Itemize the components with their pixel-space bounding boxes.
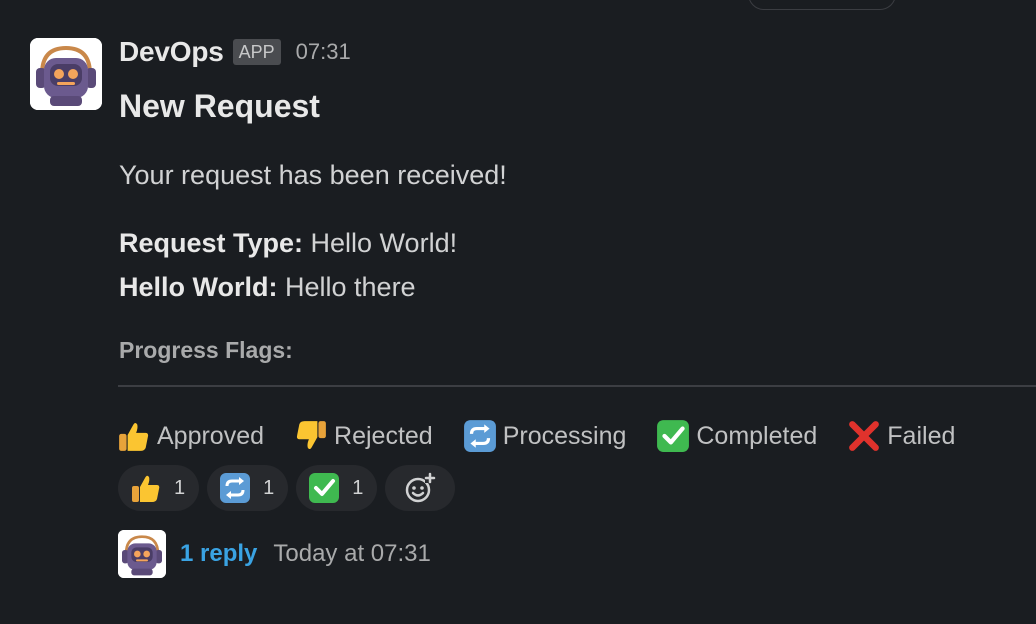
flag-label: Approved <box>157 421 265 450</box>
sender-name[interactable]: DevOps <box>119 36 224 68</box>
app-badge: APP <box>232 39 281 65</box>
flag-label: Failed <box>887 421 956 450</box>
divider <box>118 385 1036 387</box>
reaction-count: 1 <box>263 476 275 499</box>
thread-avatar[interactable] <box>118 530 166 578</box>
reactions-bar: 1 1 1 <box>118 465 463 511</box>
message-header: DevOps APP 07:31 <box>119 36 351 68</box>
field-request-type: Request Type: Hello World! <box>119 228 457 259</box>
thumbs-down-icon <box>296 421 326 450</box>
field-label: Hello World: <box>119 272 278 302</box>
flag-processing: Processing <box>463 419 627 453</box>
repeat-icon <box>463 420 496 452</box>
reaction-thumbs-up[interactable]: 1 <box>118 465 200 511</box>
last-reply-time: Today at 07:31 <box>273 540 431 567</box>
flag-rejected: Rejected <box>294 419 433 453</box>
flag-approved: Approved <box>117 419 264 453</box>
reply-count-link[interactable]: 1 reply <box>180 540 257 568</box>
flag-label: Rejected <box>334 421 433 450</box>
flag-completed: Completed <box>656 419 817 453</box>
avatar[interactable] <box>30 38 102 110</box>
add-reaction-button[interactable] <box>385 465 456 511</box>
flag-label: Completed <box>696 421 818 450</box>
message-actions-toolbar[interactable] <box>748 0 896 10</box>
reaction-check-mark[interactable]: 1 <box>296 465 378 511</box>
thumbs-up-icon <box>119 422 149 451</box>
message-timestamp[interactable]: 07:31 <box>296 39 351 65</box>
robot-avatar-icon <box>118 530 166 578</box>
cross-mark-icon <box>849 421 880 451</box>
message-title: New Request <box>119 88 320 124</box>
field-value: Hello there <box>277 272 416 302</box>
add-emoji-icon <box>406 472 436 503</box>
reaction-count: 1 <box>174 476 186 499</box>
field-value: Hello World! <box>303 228 458 258</box>
thread-summary: 1 reply Today at 07:31 <box>118 530 431 578</box>
progress-flags-legend: Approved Rejected Processing Completed F… <box>117 419 985 453</box>
message-body: Your request has been received! <box>119 160 507 190</box>
progress-flags-label: Progress Flags: <box>119 337 293 363</box>
thumbs-up-icon <box>132 475 160 502</box>
robot-avatar-icon <box>30 38 102 110</box>
repeat-icon <box>220 473 251 503</box>
reaction-repeat[interactable]: 1 <box>207 465 289 511</box>
flag-label: Processing <box>502 421 627 450</box>
check-mark-icon <box>657 420 690 452</box>
reaction-count: 1 <box>352 476 364 499</box>
flag-failed: Failed <box>847 419 955 453</box>
check-mark-icon <box>309 473 340 503</box>
field-hello-world: Hello World: Hello there <box>119 272 416 303</box>
field-label: Request Type: <box>119 228 304 258</box>
